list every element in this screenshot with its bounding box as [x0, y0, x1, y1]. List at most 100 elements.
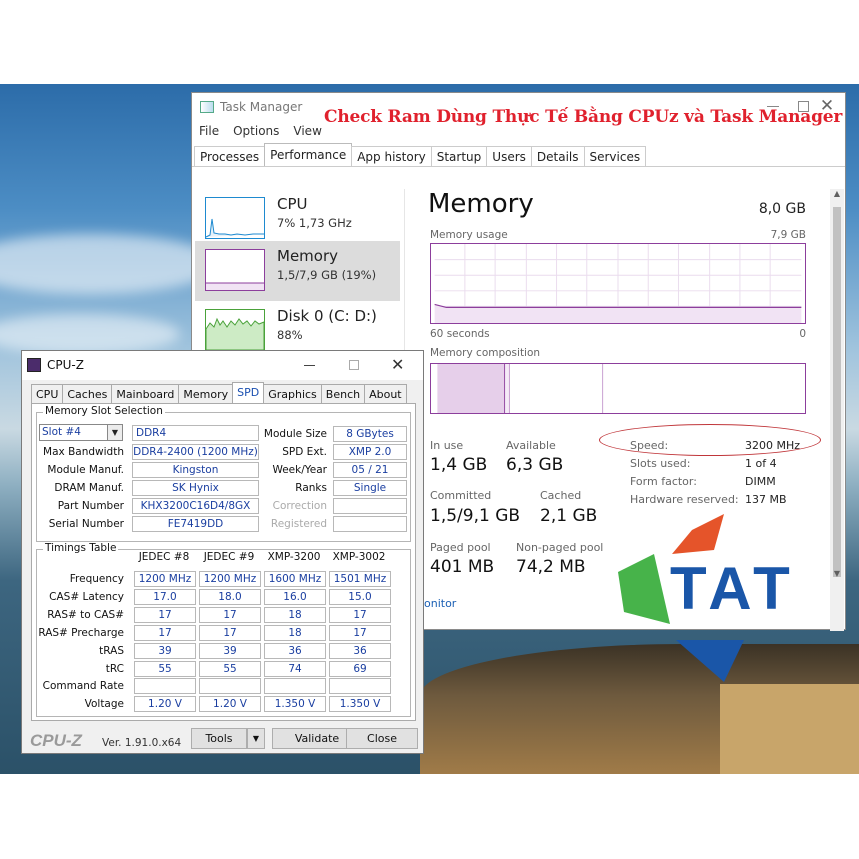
serial-number-label: Serial Number	[48, 518, 124, 530]
tab-bench[interactable]: Bench	[320, 384, 366, 403]
timing-cell: 36	[329, 642, 391, 659]
timing-row-label: Command Rate	[42, 680, 124, 693]
task-manager-scrollbar[interactable]: ▲ ▼	[830, 189, 844, 631]
tab-app-history[interactable]: App history	[351, 146, 432, 166]
form-factor-value: DIMM	[745, 475, 776, 488]
ranks-label: Ranks	[295, 482, 327, 494]
cpuz-bottom-bar: CPU-Z Ver. 1.91.0.x64 Tools ▼ Validate C…	[22, 725, 423, 753]
timing-cell	[329, 678, 391, 695]
dram-manuf-label: DRAM Manuf.	[54, 482, 124, 494]
timing-header-jedec9: JEDEC #9	[203, 551, 255, 563]
tab-spd[interactable]: SPD	[232, 382, 265, 404]
committed-label: Committed	[430, 489, 492, 502]
tools-button[interactable]: Tools	[191, 728, 247, 749]
available-value: 6,3 GB	[506, 455, 564, 475]
disk-mini-graph	[205, 309, 265, 351]
timing-cell: 1.350 V	[329, 696, 391, 713]
task-manager-titlebar[interactable]: Task Manager ✕ Check Ram Dùng Thực Tế Bằ…	[192, 93, 845, 127]
spd-panel: Memory Slot Selection Slot #4 ▼ DDR4 Max…	[31, 403, 416, 721]
menu-view[interactable]: View	[293, 124, 321, 138]
menu-file[interactable]: File	[199, 124, 219, 138]
tab-performance[interactable]: Performance	[264, 143, 353, 166]
tab-graphics[interactable]: Graphics	[263, 384, 322, 403]
tab-caches[interactable]: Caches	[62, 384, 113, 403]
wallpaper-sand	[720, 684, 859, 774]
timings-group-title: Timings Table	[43, 542, 119, 554]
timing-cell: 17	[134, 624, 196, 641]
form-factor-label: Form factor:	[630, 475, 697, 488]
timing-cell: 1.20 V	[134, 696, 196, 713]
memory-composition-bar	[430, 363, 806, 414]
close-button[interactable]: Close	[346, 728, 418, 749]
timing-cell: 15.0	[329, 588, 391, 605]
timing-cell: 1.350 V	[264, 696, 326, 713]
tab-about[interactable]: About	[364, 384, 407, 403]
scroll-up-icon[interactable]: ▲	[830, 189, 844, 203]
tab-services[interactable]: Services	[583, 146, 647, 166]
speed-highlight-ellipse	[599, 424, 821, 456]
tab-processes[interactable]: Processes	[194, 146, 266, 166]
timing-row-label: RAS# to CAS#	[47, 608, 124, 621]
timing-cell: 55	[134, 660, 196, 677]
ranks-value: Single	[333, 480, 407, 496]
timing-cell: 17	[199, 606, 261, 623]
module-size-label: Module Size	[263, 428, 327, 440]
available-label: Available	[506, 439, 556, 452]
cpuz-tabs: CPU Caches Mainboard Memory SPD Graphics…	[31, 382, 407, 404]
timing-cell: 36	[264, 642, 326, 659]
task-manager-icon	[200, 101, 214, 113]
menu-options[interactable]: Options	[233, 124, 279, 138]
tat-logo-text: TAT	[670, 555, 796, 622]
scrollbar-thumb[interactable]	[833, 207, 841, 577]
memory-time-min: 0	[799, 328, 806, 340]
chevron-down-icon[interactable]: ▼	[107, 425, 122, 440]
tools-dropdown-icon[interactable]: ▼	[247, 728, 265, 749]
sidebar-sub-memory: 1,5/7,9 GB (19%)	[277, 268, 377, 282]
tab-startup[interactable]: Startup	[430, 146, 488, 166]
part-number-label: Part Number	[57, 500, 124, 512]
memory-usage-graph	[430, 243, 806, 324]
timing-cell: 18.0	[199, 588, 261, 605]
module-manuf-value: Kingston	[132, 462, 259, 478]
task-manager-tabs: Processes Performance App history Startu…	[192, 143, 845, 167]
timing-row-label: CAS# Latency	[49, 590, 124, 603]
close-icon[interactable]: ✕	[391, 355, 404, 374]
sidebar-item-cpu[interactable]: CPU 7% 1,73 GHz	[195, 189, 400, 249]
cpu-mini-graph	[205, 197, 265, 239]
in-use-value: 1,4 GB	[430, 455, 488, 475]
slot-select[interactable]: Slot #4 ▼	[39, 424, 123, 441]
maximize-icon[interactable]	[349, 360, 359, 370]
screenshot-canvas: Task Manager ✕ Check Ram Dùng Thực Tế Bằ…	[0, 0, 859, 859]
sidebar-sub-cpu: 7% 1,73 GHz	[277, 216, 352, 230]
overlay-caption: Check Ram Dùng Thực Tế Bằng CPUz và Task…	[324, 107, 843, 127]
committed-value: 1,5/9,1 GB	[430, 506, 521, 526]
timing-row-label: RAS# Precharge	[38, 626, 124, 639]
minimize-icon[interactable]	[304, 365, 315, 366]
cpuz-titlebar[interactable]: CPU-Z ✕	[22, 351, 423, 380]
tab-mainboard[interactable]: Mainboard	[111, 384, 180, 403]
correction-value	[333, 498, 407, 514]
cpuz-version: Ver. 1.91.0.x64	[102, 737, 182, 749]
timing-row-label: tRAS	[99, 644, 124, 657]
timing-cell: 69	[329, 660, 391, 677]
timing-cell: 17	[199, 624, 261, 641]
slots-used-label: Slots used:	[630, 457, 691, 470]
sidebar-label-disk: Disk 0 (C: D:)	[277, 307, 377, 325]
open-resource-monitor-link[interactable]: onitor	[424, 597, 456, 610]
tab-memory[interactable]: Memory	[178, 384, 234, 403]
tat-logo: TAT	[614, 512, 832, 684]
timing-cell: 17.0	[134, 588, 196, 605]
timing-cell: 1.20 V	[199, 696, 261, 713]
timing-cell: 74	[264, 660, 326, 677]
sidebar-sub-disk: 88%	[277, 328, 303, 342]
sidebar-item-memory[interactable]: Memory 1,5/7,9 GB (19%)	[195, 241, 400, 301]
scroll-down-icon[interactable]: ▼	[830, 569, 844, 583]
tab-cpu[interactable]: CPU	[31, 384, 64, 403]
spd-ext-value: XMP 2.0	[333, 444, 407, 460]
timing-cell: 1200 MHz	[199, 571, 261, 587]
tab-details[interactable]: Details	[530, 146, 585, 166]
cached-value: 2,1 GB	[540, 506, 598, 526]
memory-total: 8,0 GB	[758, 201, 806, 217]
tab-users[interactable]: Users	[486, 146, 532, 166]
timing-cell: 39	[134, 642, 196, 659]
